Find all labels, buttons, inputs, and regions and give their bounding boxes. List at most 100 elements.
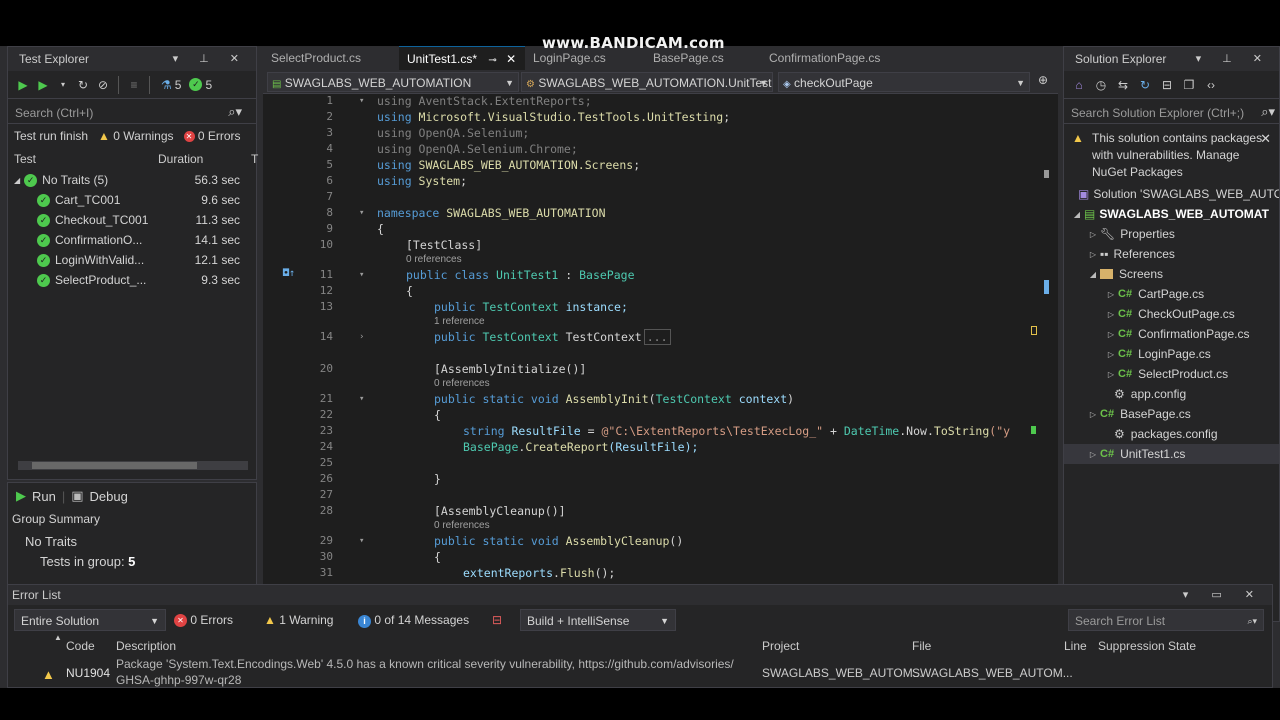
tree-item-file[interactable]: ▷ C# ConfirmationPage.cs [1064, 324, 1279, 344]
test-search-input[interactable]: Search (Ctrl+I) ⌕▾ [8, 102, 256, 124]
expand-icon[interactable]: ▷ [1104, 350, 1118, 359]
test-row[interactable]: ✓ LoginWithValid... 12.1 sec [8, 250, 256, 270]
tree-item-file-selected[interactable]: ▷ C# UnitTest1.cs [1064, 444, 1279, 464]
tab-unittest1[interactable]: UnitTest1.cs* ⊸ ✕ [399, 46, 525, 70]
refresh-icon[interactable]: ↻ [1137, 77, 1153, 93]
collapse-icon[interactable]: ▾ [359, 270, 364, 280]
tree-item-file[interactable]: ▷ C# BasePage.cs [1064, 404, 1279, 424]
collapse-icon[interactable]: ▾ [359, 394, 364, 404]
warnings-filter-button[interactable]: ▲ 1 Warning [264, 609, 333, 631]
expand-icon[interactable]: ▷ [1104, 370, 1118, 379]
search-icon[interactable]: ⌕▾ [1261, 104, 1275, 120]
codelens-references[interactable]: 0 references [434, 378, 490, 389]
expand-icon[interactable]: ▷ [1104, 330, 1118, 339]
collapse-icon[interactable]: ◢ [1086, 270, 1100, 279]
expand-icon[interactable]: › [359, 332, 364, 342]
home-icon[interactable]: ⌂ [1071, 77, 1087, 93]
warnings-summary[interactable]: ▲ 0 Warnings [98, 129, 173, 143]
show-all-files-icon[interactable]: ❐ [1181, 77, 1197, 93]
project-dropdown[interactable]: ▤ SWAGLABS_WEB_AUTOMATION ▼ [267, 72, 519, 92]
filter-icon[interactable]: ⊟ [492, 609, 502, 631]
passed-tests-count[interactable]: ✓ 5 [189, 78, 212, 92]
test-row[interactable]: ✓ Cart_TC001 9.6 sec [8, 190, 256, 210]
solution-search-input[interactable]: Search Solution Explorer (Ctrl+;) ⌕▾ [1064, 102, 1279, 124]
expand-icon[interactable]: ▷ [1104, 290, 1118, 299]
tree-item-properties[interactable]: ▷ 🔧︎ Properties [1064, 224, 1279, 244]
collapse-icon[interactable]: ▾ [359, 536, 364, 546]
expand-icon[interactable]: ▷ [1086, 450, 1100, 459]
expand-icon[interactable]: ▷ [1086, 250, 1100, 259]
tree-item-project[interactable]: ◢ ▤ SWAGLABS_WEB_AUTOMAT [1064, 204, 1279, 224]
close-icon[interactable]: ✕ [1260, 130, 1271, 147]
tree-item-file[interactable]: ▷ C# CheckOutPage.cs [1064, 304, 1279, 324]
class-dropdown[interactable]: ⚙ SWAGLABS_WEB_AUTOMATION.UnitTest ▼ [521, 72, 773, 92]
test-row[interactable]: ✓ Checkout_TC001 11.3 sec [8, 210, 256, 230]
tree-item-screens-folder[interactable]: ◢ Screens [1064, 264, 1279, 284]
col-code[interactable]: Code [66, 639, 95, 653]
expand-icon[interactable]: ▷ [1086, 410, 1100, 419]
build-filter-dropdown[interactable]: Build + IntelliSense ▼ [520, 609, 676, 631]
tree-item-file[interactable]: ▷ C# LoginPage.cs [1064, 344, 1279, 364]
rerun-icon[interactable]: ↻ [75, 77, 91, 93]
split-icon[interactable]: ⊕ [1038, 73, 1048, 87]
col-line[interactable]: Line [1064, 639, 1087, 653]
run-button[interactable]: Run [32, 489, 56, 504]
run-icon[interactable]: ▶ [16, 488, 26, 504]
run-icon[interactable]: ▶ [35, 77, 51, 93]
collapse-icon[interactable]: ▾ [359, 96, 364, 106]
col-test[interactable]: Test [14, 152, 36, 166]
col-project[interactable]: Project [762, 639, 799, 653]
debug-button[interactable]: Debug [90, 489, 128, 504]
panel-controls[interactable]: ▾ ⊥ ✕ [1196, 47, 1271, 71]
collapse-icon[interactable]: ◢ [1070, 210, 1084, 219]
collapse-icon[interactable]: ◢ [14, 176, 20, 185]
total-tests-count[interactable]: ⚗ 5 [161, 78, 181, 92]
tree-item-solution[interactable]: ▣ Solution 'SWAGLABS_WEB_AUTOM [1064, 184, 1279, 204]
test-group-row[interactable]: ◢ ✓ No Traits (5) 56.3 sec [8, 170, 256, 190]
tree-item-references[interactable]: ▷ ▪▪ References [1064, 244, 1279, 264]
expand-icon[interactable]: ▷ [1104, 310, 1118, 319]
expand-icon[interactable]: ▷ [1086, 230, 1100, 239]
col-duration[interactable]: Duration [158, 152, 203, 166]
collapse-icon[interactable]: ▾ [359, 208, 364, 218]
col-suppression[interactable]: Suppression State [1098, 639, 1196, 653]
test-row[interactable]: ✓ ConfirmationO... 14.1 sec [8, 230, 256, 250]
search-icon[interactable]: ⌕▾ [1247, 610, 1257, 632]
panel-controls[interactable]: ▾ ⊥ ✕ [173, 47, 248, 71]
errors-filter-button[interactable]: ✕ 0 Errors [174, 609, 233, 631]
col-traits[interactable]: T [251, 152, 258, 166]
tab-confirmationpage[interactable]: ConfirmationPage.cs [761, 46, 888, 70]
error-search-input[interactable]: Search Error List ⌕▾ [1068, 609, 1264, 631]
tab-selectproduct[interactable]: SelectProduct.cs [263, 46, 369, 70]
close-icon[interactable]: ✕ [506, 52, 516, 66]
tree-item-file[interactable]: ▷ C# SelectProduct.cs [1064, 364, 1279, 384]
member-dropdown[interactable]: ◈ checkOutPage ▼ [778, 72, 1030, 92]
tree-item-file[interactable]: ⚙ packages.config [1064, 424, 1279, 444]
tree-item-file[interactable]: ▷ C# CartPage.cs [1064, 284, 1279, 304]
collapsed-region[interactable]: ... [643, 329, 671, 345]
messages-filter-button[interactable]: i 0 of 14 Messages [358, 609, 469, 631]
test-row[interactable]: ✓ SelectProduct_... 9.3 sec [8, 270, 256, 290]
tree-item-file[interactable]: ⚙ app.config [1064, 384, 1279, 404]
cancel-icon[interactable]: ⊘ [95, 77, 111, 93]
code-view-icon[interactable]: ‹› [1203, 77, 1219, 93]
run-dropdown-icon[interactable]: ▾ [55, 77, 71, 93]
collapse-all-icon[interactable]: ⊟ [1159, 77, 1175, 93]
horizontal-scrollbar[interactable] [18, 461, 248, 470]
editor-vertical-scrollbar[interactable] [1042, 94, 1052, 622]
codelens-references[interactable]: 0 references [434, 520, 490, 531]
test-class-icon[interactable]: ◘↑ [283, 268, 295, 279]
vulnerability-banner[interactable]: ▲ This solution contains packages with v… [1064, 124, 1279, 184]
pin-icon[interactable]: ⊸ [488, 55, 496, 66]
run-all-icon[interactable]: ▶ [15, 77, 31, 93]
debug-icon[interactable]: ▣ [71, 488, 83, 504]
panel-controls[interactable]: ▾ ▭ ✕ [1183, 585, 1264, 605]
code-area[interactable]: 1 2 3 4 5 6 7 8 9 10 11 12 13 14 20 21 2… [263, 94, 1058, 622]
col-description[interactable]: Description [116, 639, 176, 653]
scope-dropdown[interactable]: Entire Solution ▼ [14, 609, 166, 631]
scrollbar-thumb[interactable] [32, 462, 197, 469]
codelens-references[interactable]: 1 reference [434, 316, 485, 327]
codelens-references[interactable]: 0 references [406, 254, 462, 265]
group-icon[interactable]: ≡ [126, 77, 142, 93]
sync-icon[interactable]: ⇆ [1115, 77, 1131, 93]
